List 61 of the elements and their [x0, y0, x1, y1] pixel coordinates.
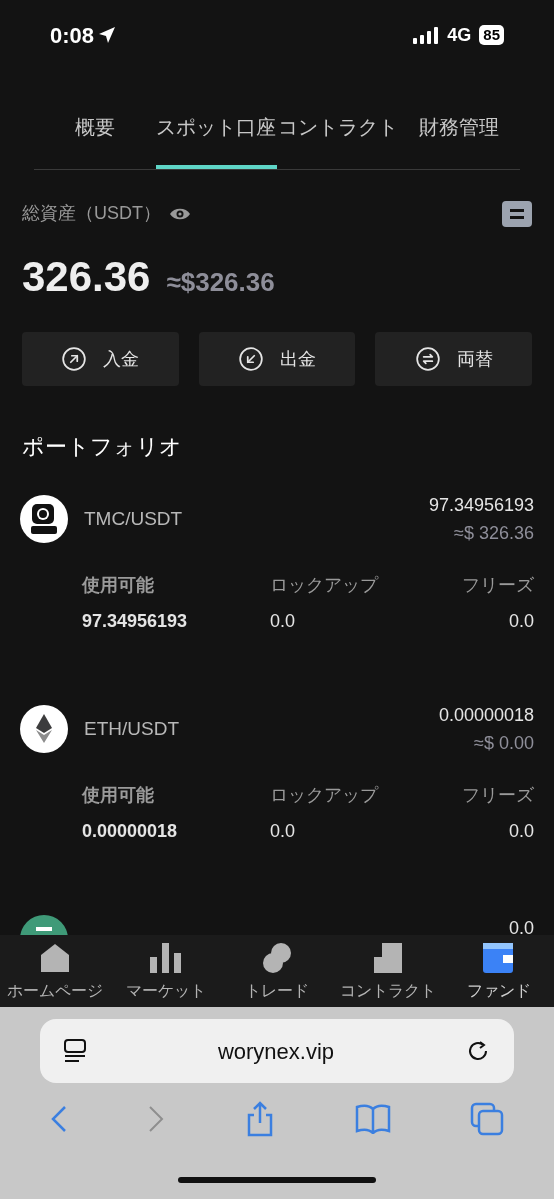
asset-usd-value: ≈$ 326.36: [454, 522, 534, 545]
total-assets-label: 総資産（USDT）: [22, 202, 161, 225]
forward-icon[interactable]: [147, 1105, 166, 1133]
asset-amount: 0.0: [508, 917, 534, 935]
step-shape-icon: [371, 943, 404, 973]
total-amount: 326.36: [22, 252, 151, 302]
menu-icon[interactable]: [502, 200, 532, 227]
frozen-amount: 0.0: [507, 610, 534, 633]
portfolio-title: ポートフォリオ: [22, 434, 182, 459]
locked-amount: 0.0: [270, 610, 297, 633]
arrow-up-right-icon: [61, 346, 88, 372]
bar-chart-icon: [150, 943, 183, 973]
pair-name: ETH/USDT: [84, 716, 179, 741]
frozen-amount: 0.0: [507, 820, 534, 843]
total-usd-value: ≈$326.36: [166, 266, 275, 299]
available-label: 使用可能: [82, 784, 155, 807]
eye-icon[interactable]: [169, 206, 191, 221]
coin-logo-icon: [20, 705, 68, 753]
tab[interactable]: 概要: [34, 70, 156, 169]
network-label: 4G: [447, 23, 472, 47]
back-icon[interactable]: [49, 1105, 68, 1133]
action-button[interactable]: 両替: [375, 332, 532, 386]
asset-amount: 0.00000018: [438, 704, 534, 727]
tabs-icon[interactable]: [470, 1102, 505, 1136]
arrow-down-left-icon: [238, 346, 264, 372]
status-time: 0:08: [50, 21, 95, 50]
frozen-label: フリーズ: [461, 574, 534, 597]
address-bar[interactable]: worynex.vip: [40, 1019, 514, 1083]
available-amount: 0.00000018: [82, 820, 179, 843]
signal-icon: [413, 26, 440, 44]
book-icon[interactable]: [354, 1104, 391, 1134]
circles-icon: [261, 943, 293, 973]
url-text: worynex.vip: [217, 1037, 335, 1066]
available-amount: 97.34956193: [82, 610, 189, 633]
location-arrow-icon: [98, 26, 117, 44]
page-menu-icon[interactable]: [64, 1039, 86, 1063]
locked-amount: 0.0: [270, 820, 297, 843]
nav-item[interactable]: ファンド: [443, 935, 554, 1007]
pair-name: TMC/USDT: [84, 506, 183, 531]
action-button[interactable]: 出金: [198, 332, 356, 386]
nav-item[interactable]: ホームページ: [0, 935, 111, 1007]
locked-label: ロックアップ: [270, 784, 380, 807]
battery-level: 85: [479, 25, 504, 45]
available-label: 使用可能: [82, 574, 155, 597]
locked-label: ロックアップ: [270, 574, 380, 597]
wallet-icon: [482, 943, 515, 973]
asset-usd-value: ≈$ 0.00: [474, 732, 534, 755]
swap-icon: [414, 346, 441, 372]
action-button[interactable]: 入金: [22, 332, 179, 386]
house-icon: [39, 943, 72, 973]
reload-icon[interactable]: [466, 1039, 490, 1063]
nav-item[interactable]: コントラクト: [332, 935, 444, 1007]
coin-logo-icon: [20, 495, 68, 543]
nav-item[interactable]: トレード: [221, 935, 333, 1007]
tab[interactable]: スポット口座: [155, 70, 277, 169]
tab[interactable]: コントラクト: [277, 70, 399, 169]
tab[interactable]: 財務管理: [398, 70, 520, 169]
asset-amount: 97.34956193: [428, 494, 534, 517]
frozen-label: フリーズ: [461, 784, 534, 807]
nav-item[interactable]: マーケット: [110, 935, 222, 1007]
share-icon[interactable]: [245, 1101, 275, 1137]
